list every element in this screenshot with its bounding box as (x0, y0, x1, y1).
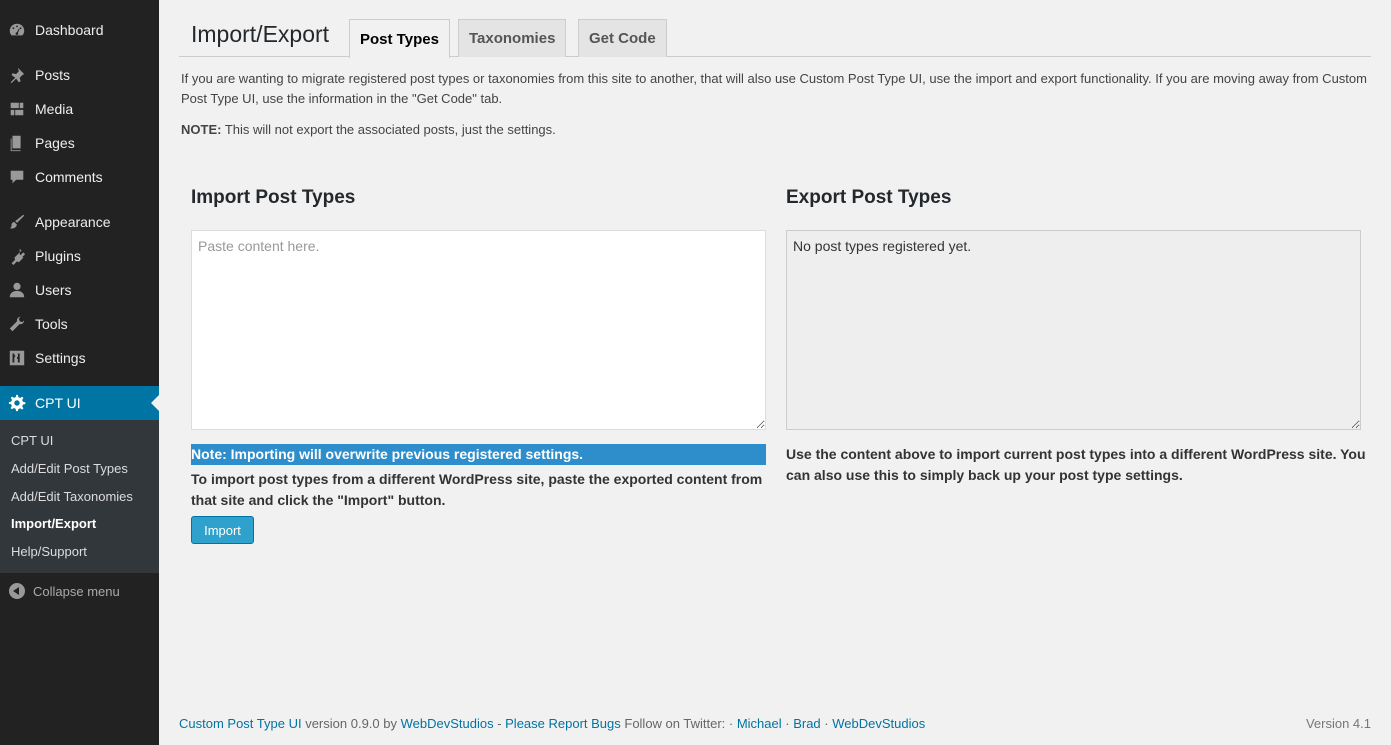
report-bugs-link[interactable]: Please Report Bugs (505, 716, 621, 731)
menu-settings-label: Settings (35, 350, 86, 366)
twitter-michael-link[interactable]: Michael (737, 716, 782, 731)
menu-cpt-ui[interactable]: CPT UI (0, 386, 159, 420)
twitter-brad-link[interactable]: Brad (793, 716, 820, 731)
menu-plugins-label: Plugins (35, 248, 81, 264)
menu-users[interactable]: Users (0, 273, 159, 307)
import-help: To import post types from a different Wo… (191, 471, 763, 508)
tab-taxonomies[interactable]: Taxonomies (458, 19, 567, 57)
import-warning: Note: Importing will overwrite previous … (191, 444, 766, 465)
menu-settings[interactable]: Settings (0, 341, 159, 375)
menu-appearance-label: Appearance (35, 214, 111, 230)
submenu-import-export[interactable]: Import/Export (0, 510, 159, 538)
admin-sidebar: Dashboard Posts Media Pages Comments App… (0, 0, 159, 745)
pages-icon (0, 126, 34, 160)
tab-get-code[interactable]: Get Code (578, 19, 667, 57)
menu-media-label: Media (35, 101, 74, 117)
footer-sep: - (493, 716, 506, 731)
menu-posts-label: Posts (35, 67, 71, 83)
intro-text: If you are wanting to migrate registered… (181, 71, 1367, 106)
submenu-add-edit-taxonomies[interactable]: Add/Edit Taxonomies (0, 483, 159, 511)
collapse-icon (9, 583, 25, 599)
menu-tools-label: Tools (35, 316, 68, 332)
export-help: Use the content above to import current … (786, 446, 1366, 483)
plug-icon (0, 239, 34, 273)
media-icon (0, 92, 34, 126)
menu-cpt-ui-label: CPT UI (35, 395, 81, 411)
note-body: This will not export the associated post… (221, 122, 556, 137)
import-button[interactable]: Import (191, 516, 254, 544)
page-title: Import/Export (191, 21, 330, 47)
nav-tab-wrapper: Import/Export Post Types Taxonomies Get … (179, 18, 1371, 58)
wrench-icon (0, 307, 34, 341)
menu-users-label: Users (35, 282, 72, 298)
menu-plugins[interactable]: Plugins (0, 239, 159, 273)
footer-version-text: version 0.9.0 by (301, 716, 401, 731)
comment-icon (0, 160, 34, 194)
menu-dashboard-label: Dashboard (35, 22, 104, 38)
pin-icon (0, 58, 34, 92)
submenu-cpt-ui[interactable]: CPT UI (0, 427, 159, 455)
gear-icon (0, 386, 34, 420)
user-icon (0, 273, 34, 307)
menu-appearance[interactable]: Appearance (0, 205, 159, 239)
menu-tools[interactable]: Tools (0, 307, 159, 341)
import-textarea[interactable] (191, 230, 766, 430)
submenu-help-support[interactable]: Help/Support (0, 538, 159, 566)
submenu-add-edit-post-types[interactable]: Add/Edit Post Types (0, 455, 159, 483)
footer: Custom Post Type UI version 0.9.0 by Web… (179, 716, 1371, 731)
menu-posts[interactable]: Posts (0, 58, 159, 92)
footer-follow-text: Follow on Twitter: · (620, 716, 737, 731)
collapse-menu-label: Collapse menu (33, 583, 120, 599)
dashboard-icon (0, 13, 34, 47)
collapse-menu-button[interactable]: Collapse menu (0, 578, 159, 604)
note-label: NOTE: (181, 122, 222, 137)
sliders-icon (0, 341, 34, 375)
note-text: NOTE: This will not export the associate… (181, 122, 556, 137)
brush-icon (0, 205, 34, 239)
footer-sep: · (820, 716, 833, 731)
menu-comments-label: Comments (35, 169, 103, 185)
export-textarea[interactable]: No post types registered yet. (786, 230, 1361, 430)
menu-comments[interactable]: Comments (0, 160, 159, 194)
menu-dashboard[interactable]: Dashboard (0, 13, 159, 47)
menu-media[interactable]: Media (0, 92, 159, 126)
footer-sep: · (781, 716, 794, 731)
wp-version: Version 4.1 (1305, 716, 1371, 731)
author-link[interactable]: WebDevStudios (401, 716, 494, 731)
menu-pages-label: Pages (35, 135, 75, 151)
twitter-webdevstudios-link[interactable]: WebDevStudios (832, 716, 925, 731)
plugin-link[interactable]: Custom Post Type UI (179, 716, 302, 731)
tab-post-types[interactable]: Post Types (349, 19, 450, 58)
main-content: Import/Export Post Types Taxonomies Get … (159, 0, 1391, 745)
cpt-ui-submenu: CPT UI Add/Edit Post Types Add/Edit Taxo… (0, 420, 159, 573)
current-arrow (151, 395, 159, 411)
menu-pages[interactable]: Pages (0, 126, 159, 160)
import-title: Import Post Types (191, 187, 356, 208)
export-title: Export Post Types (786, 187, 952, 208)
